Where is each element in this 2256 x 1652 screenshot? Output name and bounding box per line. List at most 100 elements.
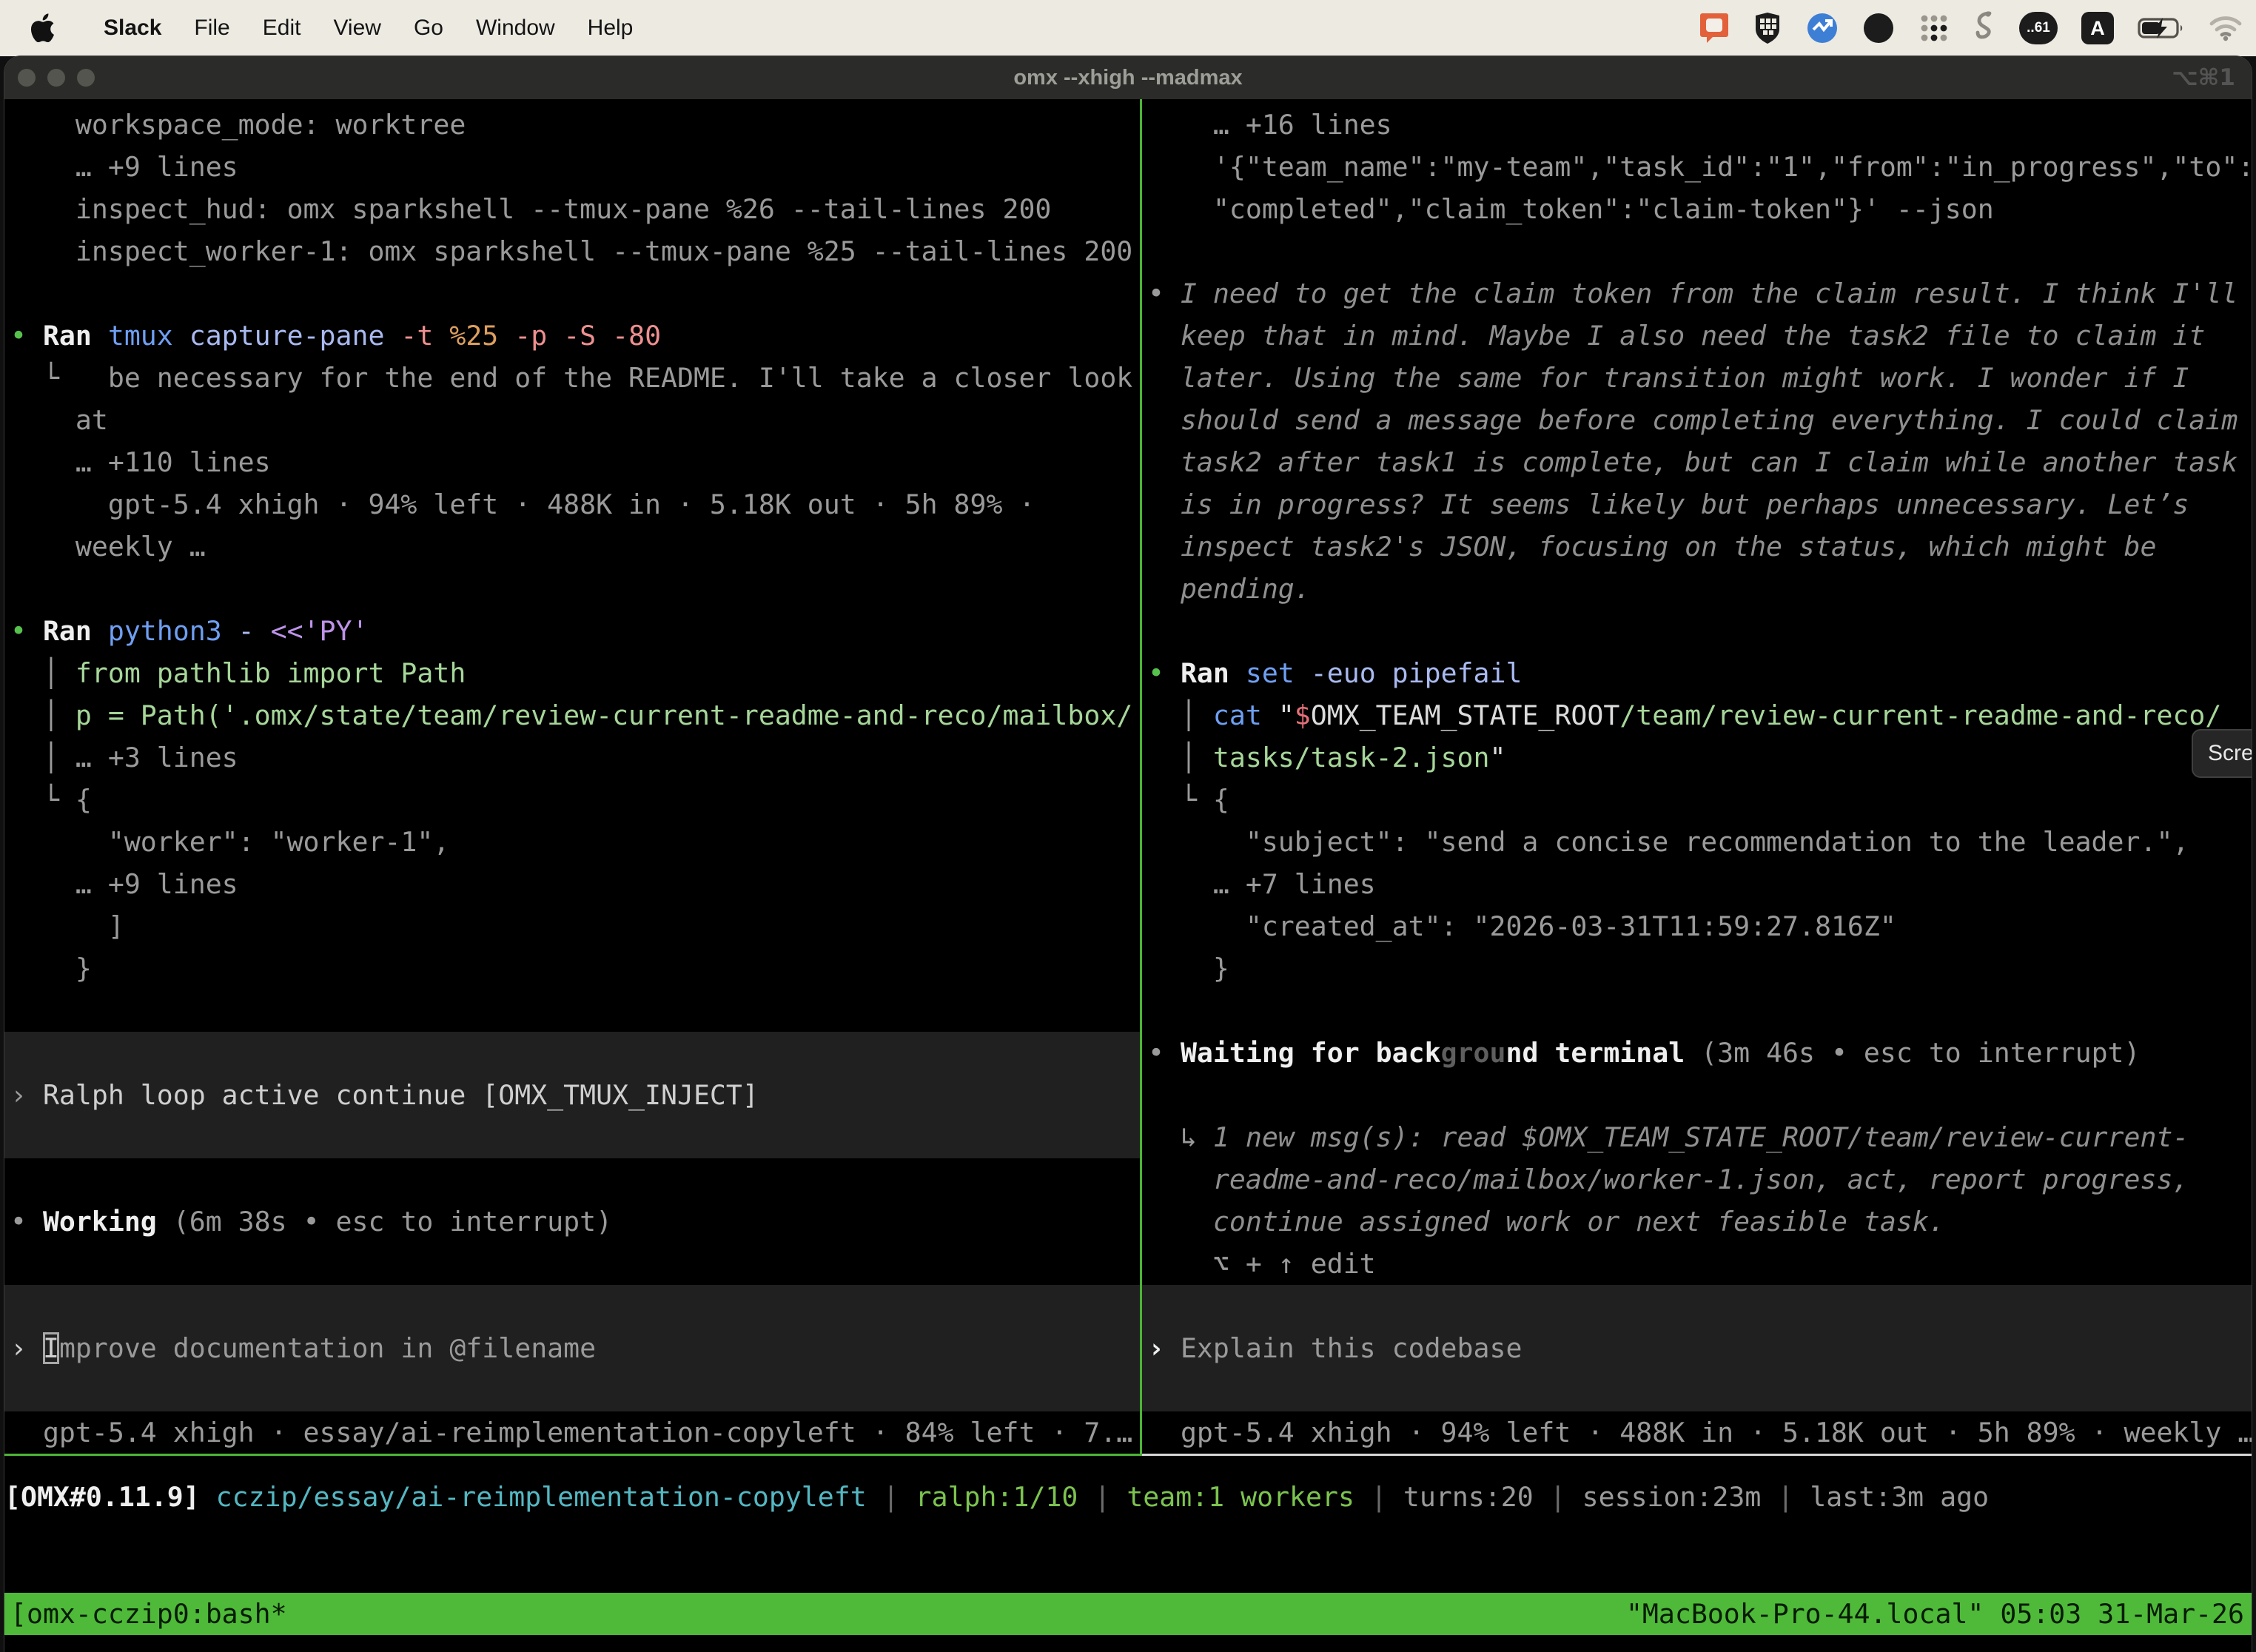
menu-item-view[interactable]: View: [317, 16, 397, 41]
window-shortcut-hint: ⌥⌘1: [2172, 56, 2235, 99]
terminal-content[interactable]: workspace_mode: worktree … +9 lines insp…: [4, 99, 2252, 1652]
crescent-icon[interactable]: [1862, 12, 1895, 44]
terminal-row: later. Using the same for transition mig…: [1148, 357, 2252, 399]
keyboard-a-icon[interactable]: A: [2081, 12, 2114, 44]
terminal-row: [1148, 230, 2252, 272]
terminal-row: "created_at": "2026-03-31T11:59:27.816Z": [1148, 905, 2252, 947]
terminal-row: [OMX#0.11.9] cczip/essay/ai-reimplementa…: [4, 1476, 2252, 1518]
terminal-row: [10, 1243, 1140, 1285]
terminal-row: [10, 1285, 1140, 1327]
terminal-row: "subject": "send a concise recommendatio…: [1148, 821, 2252, 863]
terminal-row: gpt-5.4 xhigh · 94% left · 488K in · 5.1…: [10, 483, 1140, 526]
terminal-row: weekly …: [10, 526, 1140, 568]
terminal-row: [10, 990, 1140, 1032]
terminal-row: › Improve documentation in @filename: [10, 1327, 1140, 1369]
terminal-row: gpt-5.4 xhigh · essay/ai-reimplementatio…: [10, 1411, 1140, 1454]
terminal-row: • Working (6m 38s • esc to interrupt): [10, 1201, 1140, 1243]
app-menus: SlackFileEditViewGoWindowHelp: [87, 16, 649, 41]
terminal-row: [10, 1158, 1140, 1201]
menu-item-edit[interactable]: Edit: [246, 16, 318, 41]
terminal-row: • Waiting for background terminal (3m 46…: [1148, 1032, 2252, 1074]
terminal-row: … +110 lines: [10, 441, 1140, 483]
terminal-row: [10, 272, 1140, 315]
badge-61-icon[interactable]: ..61: [2019, 12, 2058, 44]
menu-item-file[interactable]: File: [178, 16, 246, 41]
right-pane-bottom-border: [1142, 1454, 2252, 1456]
omx-status-line: [OMX#0.11.9] cczip/essay/ai-reimplementa…: [4, 1476, 2252, 1518]
shield-grid-icon[interactable]: [1753, 11, 1782, 45]
terminal-row: should send a message before completing …: [1148, 399, 2252, 441]
screen-tooltip-text: Scre: [2208, 741, 2252, 766]
terminal-row: … +7 lines: [1148, 863, 2252, 905]
terminal-row: • I need to get the claim token from the…: [1148, 272, 2252, 315]
terminal-row: └ {: [1148, 779, 2252, 821]
terminal-row: └ {: [10, 779, 1140, 821]
terminal-row: workspace_mode: worktree: [10, 104, 1140, 146]
menu-item-go[interactable]: Go: [397, 16, 460, 41]
tmux-session-label: [omx-cczip0:bash*: [10, 1593, 287, 1635]
terminal-row: … +9 lines: [10, 863, 1140, 905]
chat-icon[interactable]: [1699, 12, 1729, 44]
dots-grid-icon[interactable]: [1918, 13, 1950, 44]
menu-bar: SlackFileEditViewGoWindowHelp ..61 A: [0, 0, 2256, 56]
menu-item-window[interactable]: Window: [460, 16, 571, 41]
hook-icon[interactable]: [1973, 10, 1995, 46]
terminal-row: gpt-5.4 xhigh · 94% left · 488K in · 5.1…: [1148, 1411, 2252, 1454]
terminal-row: [10, 568, 1140, 610]
wifi-icon[interactable]: [2209, 15, 2243, 41]
left-pane-bottom-border: [4, 1454, 1140, 1456]
terminal-row: • Ran set -euo pipefail: [1148, 652, 2252, 694]
terminal-row: "worker": "worker-1",: [10, 821, 1140, 863]
terminal-row: │ … +3 lines: [10, 736, 1140, 779]
apple-menu-icon[interactable]: [30, 13, 55, 43]
terminal-row: "completed","claim_token":"claim-token"}…: [1148, 188, 2252, 230]
tmux-pane-right[interactable]: … +16 lines '{"team_name":"my-team","tas…: [1142, 99, 2252, 1456]
terminal-row: ⌥ + ↑ edit: [1148, 1243, 2252, 1285]
terminal-row: }: [1148, 947, 2252, 990]
terminal-row: │ tasks/task-2.json": [1148, 736, 2252, 779]
terminal-row: inspect_worker-1: omx sparkshell --tmux-…: [10, 230, 1140, 272]
screen-tooltip: Scre: [2192, 729, 2252, 778]
terminal-row: inspect_hud: omx sparkshell --tmux-pane …: [10, 188, 1140, 230]
terminal-row: [1148, 1285, 2252, 1327]
terminal-row: continue assigned work or next feasible …: [1148, 1201, 2252, 1243]
terminal-row: [1148, 610, 2252, 652]
terminal-row: │ p = Path('.omx/state/team/review-curre…: [10, 694, 1140, 736]
terminal-row: ↳ 1 new msg(s): read $OMX_TEAM_STATE_ROO…: [1148, 1116, 2252, 1158]
battery-charging-icon[interactable]: [2138, 16, 2185, 40]
terminal-row: … +9 lines: [10, 146, 1140, 188]
terminal-row: is in progress? It seems likely but perh…: [1148, 483, 2252, 526]
terminal-row: readme-and-reco/mailbox/worker-1.json, a…: [1148, 1158, 2252, 1201]
terminal-row: • Ran python3 - <<'PY': [10, 610, 1140, 652]
terminal-row: … +16 lines: [1148, 104, 2252, 146]
menu-item-slack[interactable]: Slack: [87, 16, 178, 41]
terminal-row: [1148, 1074, 2252, 1116]
terminal-row: inspect task2's JSON, focusing on the st…: [1148, 526, 2252, 568]
terminal-row: '{"team_name":"my-team","task_id":"1","f…: [1148, 146, 2252, 188]
menu-item-help[interactable]: Help: [571, 16, 650, 41]
menu-bar-status-icons: ..61 A: [1699, 0, 2243, 56]
terminal-row: │ cat "$OMX_TEAM_STATE_ROOT/team/review-…: [1148, 694, 2252, 736]
sync-bolt-icon[interactable]: [1806, 12, 1839, 44]
terminal-row: │ from pathlib import Path: [10, 652, 1140, 694]
terminal-row: [1148, 990, 2252, 1032]
terminal-row: └ be necessary for the end of the README…: [10, 357, 1140, 399]
tmux-pane-left[interactable]: workspace_mode: worktree … +9 lines insp…: [4, 99, 1140, 1456]
tmux-host-clock: "MacBook-Pro-44.local" 05:03 31-Mar-26: [1626, 1593, 2244, 1635]
terminal-row: pending.: [1148, 568, 2252, 610]
terminal-row: [10, 1369, 1140, 1411]
terminal-row: [1148, 1369, 2252, 1411]
terminal-row: › Explain this codebase: [1148, 1327, 2252, 1369]
terminal-row: task2 after task1 is complete, but can I…: [1148, 441, 2252, 483]
terminal-row: }: [10, 947, 1140, 990]
terminal-row: • Ran tmux capture-pane -t %25 -p -S -80: [10, 315, 1140, 357]
terminal-row: [10, 1032, 1140, 1074]
window-titlebar[interactable]: omx --xhigh --madmax ⌥⌘1: [4, 56, 2252, 99]
terminal-row: ]: [10, 905, 1140, 947]
window-title: omx --xhigh --madmax: [4, 56, 2252, 99]
terminal-window: omx --xhigh --madmax ⌥⌘1 workspace_mode:…: [4, 56, 2252, 1652]
terminal-row: › Ralph loop active continue [OMX_TMUX_I…: [10, 1074, 1140, 1116]
terminal-row: at: [10, 399, 1140, 441]
terminal-row: keep that in mind. Maybe I also need the…: [1148, 315, 2252, 357]
tmux-status-bar: [omx-cczip0:bash* "MacBook-Pro-44.local"…: [4, 1593, 2252, 1635]
